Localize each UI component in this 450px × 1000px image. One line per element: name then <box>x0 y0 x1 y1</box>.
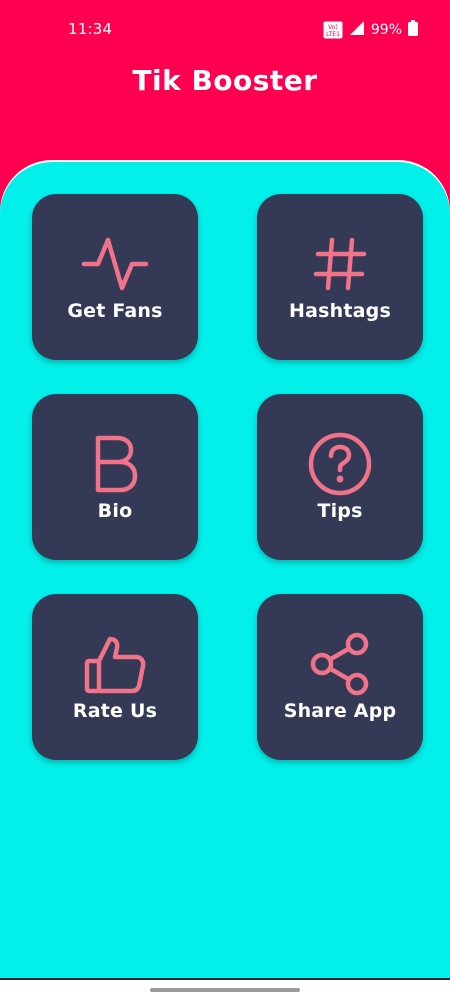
pulse-icon <box>32 228 198 300</box>
app-screen: 11:34 Vo) LTE1 99% Tik Booster Get Fans … <box>0 0 450 1000</box>
bio-button[interactable]: Bio <box>32 394 198 560</box>
share-app-button[interactable]: Share App <box>257 594 423 760</box>
battery-icon <box>408 20 418 40</box>
status-icons: Vo) LTE1 99% <box>323 20 418 40</box>
status-time: 11:34 <box>68 20 113 38</box>
menu-panel: Get Fans Hashtags Bio Tips Rate Us Share… <box>0 162 450 978</box>
letter-b-icon <box>32 428 198 500</box>
get-fans-button[interactable]: Get Fans <box>32 194 198 360</box>
battery-percent: 99% <box>370 22 402 38</box>
thumbs-up-icon <box>32 628 198 700</box>
home-indicator[interactable] <box>150 988 300 992</box>
tips-label: Tips <box>317 500 363 522</box>
volte-lte-icon: Vo) LTE1 <box>323 21 343 39</box>
cell-signal-icon <box>349 20 365 40</box>
navigation-bar <box>0 978 450 1000</box>
app-title: Tik Booster <box>132 64 318 97</box>
bio-label: Bio <box>97 500 133 522</box>
tips-button[interactable]: Tips <box>257 394 423 560</box>
rate-us-button[interactable]: Rate Us <box>32 594 198 760</box>
svg-text:LTE1: LTE1 <box>326 31 340 38</box>
get-fans-label: Get Fans <box>67 300 163 322</box>
hashtags-label: Hashtags <box>289 300 391 322</box>
question-circle-icon <box>257 428 423 500</box>
rate-us-label: Rate Us <box>72 700 158 722</box>
share-app-label: Share App <box>283 700 397 722</box>
hashtag-icon <box>257 228 423 300</box>
svg-text:Vo): Vo) <box>328 24 338 31</box>
share-icon <box>257 628 423 700</box>
status-bar: 11:34 Vo) LTE1 99% <box>0 0 450 60</box>
hashtags-button[interactable]: Hashtags <box>257 194 423 360</box>
